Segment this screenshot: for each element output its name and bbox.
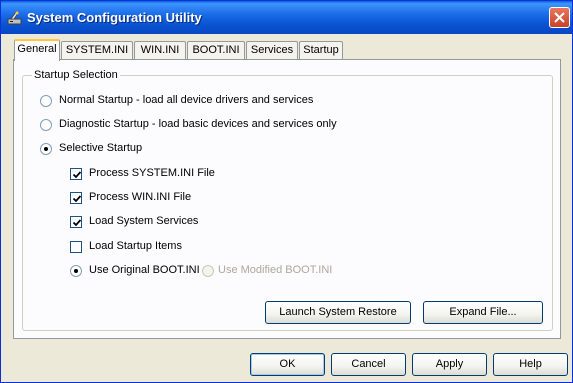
- process-win-ini-label: Process WIN.INI File: [89, 191, 192, 203]
- selective-startup-label: Selective Startup: [59, 142, 143, 154]
- checkmark-icon: [72, 219, 82, 227]
- tab-startup[interactable]: Startup: [299, 41, 343, 60]
- tab-system-ini[interactable]: SYSTEM.INI: [61, 41, 133, 60]
- normal-startup-label: Normal Startup - load all device drivers…: [59, 94, 314, 106]
- tab-services[interactable]: Services: [246, 41, 298, 60]
- startup-selection-legend: Startup Selection: [32, 69, 120, 81]
- window-title: System Configuration Utility: [27, 10, 202, 25]
- launch-system-restore-button[interactable]: Launch System Restore: [265, 301, 411, 324]
- radio-button-selected[interactable]: [40, 143, 52, 155]
- radio-button[interactable]: [40, 95, 52, 107]
- tab-general[interactable]: General: [14, 39, 60, 61]
- process-system-ini-label: Process SYSTEM.INI File: [89, 167, 215, 179]
- general-tab-panel: Startup Selection Normal Startup - load …: [13, 59, 561, 339]
- close-icon: [554, 12, 565, 23]
- tab-boot-ini[interactable]: BOOT.INI: [187, 41, 245, 60]
- system-configuration-window: System Configuration Utility General SYS…: [0, 0, 573, 383]
- checkmark-icon: [72, 195, 82, 203]
- startup-selection-group: [22, 75, 553, 331]
- tab-win-ini[interactable]: WIN.INI: [134, 41, 186, 60]
- radio-button-disabled: [202, 265, 214, 277]
- title-bar[interactable]: System Configuration Utility: [1, 1, 572, 34]
- checkbox-checked[interactable]: [70, 168, 82, 180]
- checkbox-checked[interactable]: [70, 216, 82, 228]
- radio-button-selected[interactable]: [70, 265, 82, 277]
- help-button[interactable]: Help: [493, 353, 568, 376]
- use-modified-boot-ini-label: Use Modified BOOT.INI: [218, 264, 333, 276]
- load-startup-items-label: Load Startup Items: [89, 240, 182, 252]
- system-config-icon: [7, 10, 23, 26]
- cancel-button[interactable]: Cancel: [331, 353, 406, 376]
- diagnostic-startup-label: Diagnostic Startup - load basic devices …: [59, 118, 337, 130]
- ok-button[interactable]: OK: [250, 353, 325, 376]
- checkbox-checked[interactable]: [70, 192, 82, 204]
- apply-button[interactable]: Apply: [412, 353, 487, 376]
- radio-button[interactable]: [40, 119, 52, 131]
- expand-file-button[interactable]: Expand File...: [423, 301, 543, 324]
- use-original-boot-ini-label: Use Original BOOT.INI: [89, 264, 200, 276]
- checkmark-icon: [72, 171, 82, 179]
- load-system-services-label: Load System Services: [89, 215, 199, 227]
- checkbox-unchecked[interactable]: [70, 241, 82, 253]
- close-button[interactable]: [549, 7, 570, 28]
